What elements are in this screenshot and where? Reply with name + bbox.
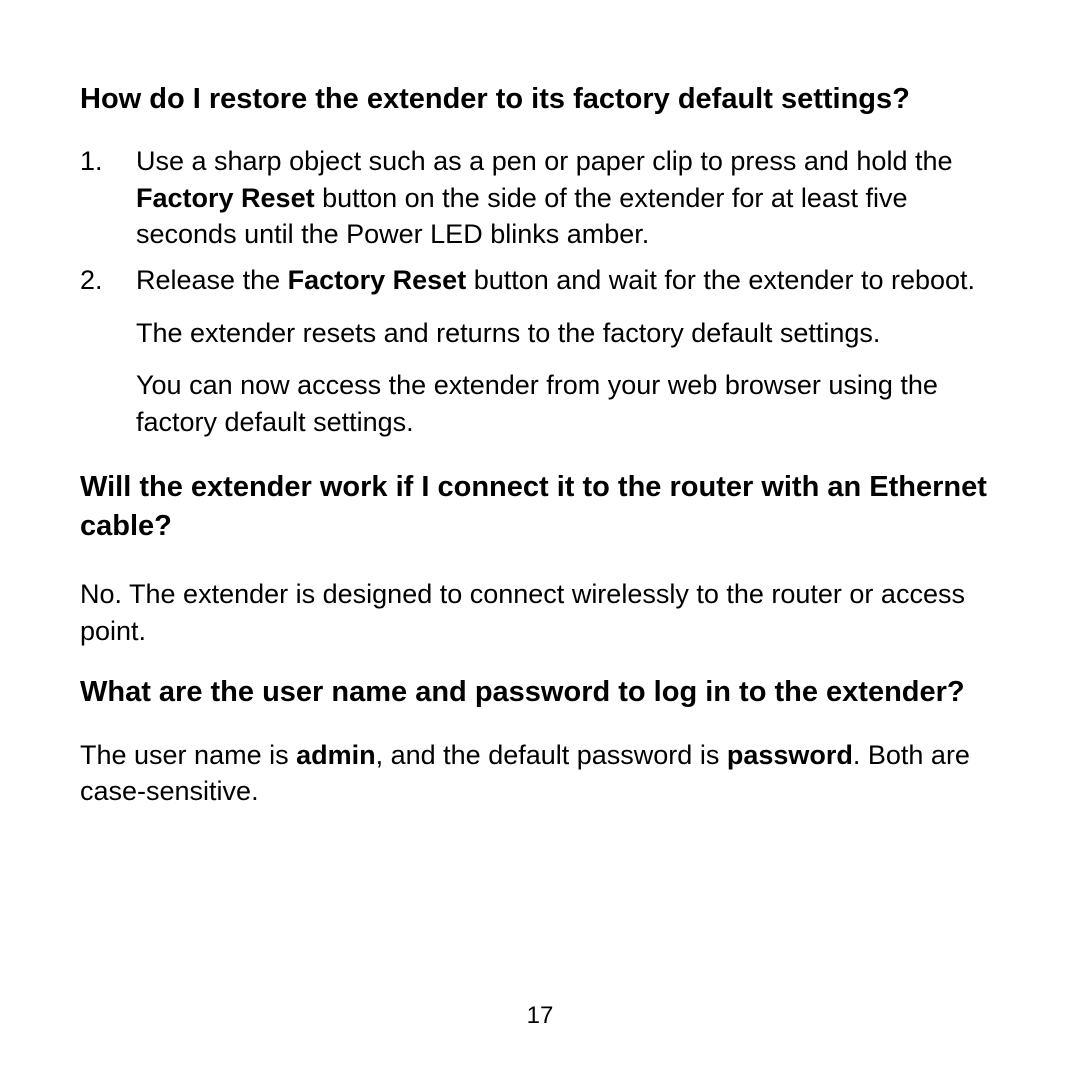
list-item: 2. Release the Factory Reset button and … bbox=[80, 262, 1000, 440]
factory-reset-steps: 1. Use a sharp object such as a pen or p… bbox=[80, 143, 1000, 440]
faq-question-factory-reset: How do I restore the extender to its fac… bbox=[80, 80, 1000, 119]
text: Release the bbox=[136, 265, 288, 295]
text: The user name is bbox=[80, 740, 296, 770]
list-number: 2. bbox=[80, 262, 136, 440]
bold-text-username: admin bbox=[296, 740, 376, 770]
faq-question-ethernet: Will the extender work if I connect it t… bbox=[80, 468, 1000, 546]
text: button and wait for the extender to rebo… bbox=[466, 265, 975, 295]
faq-answer-credentials: The user name is admin, and the default … bbox=[80, 737, 1000, 810]
page-number: 17 bbox=[0, 1002, 1080, 1030]
list-number: 1. bbox=[80, 143, 136, 252]
faq-question-credentials: What are the user name and password to l… bbox=[80, 673, 1000, 712]
text: , and the default password is bbox=[376, 740, 727, 770]
list-body: Use a sharp object such as a pen or pape… bbox=[136, 143, 1000, 252]
sub-paragraph: You can now access the extender from you… bbox=[136, 367, 1000, 440]
text: Use a sharp object such as a pen or pape… bbox=[136, 146, 953, 176]
bold-text: Factory Reset bbox=[288, 265, 467, 295]
list-body: Release the Factory Reset button and wai… bbox=[136, 262, 1000, 440]
document-page: How do I restore the extender to its fac… bbox=[0, 0, 1080, 1080]
faq-answer-ethernet: No. The extender is designed to connect … bbox=[80, 576, 1000, 649]
sub-paragraph: The extender resets and returns to the f… bbox=[136, 315, 1000, 351]
bold-text: Factory Reset bbox=[136, 183, 315, 213]
bold-text-password: password bbox=[727, 740, 853, 770]
list-item: 1. Use a sharp object such as a pen or p… bbox=[80, 143, 1000, 252]
